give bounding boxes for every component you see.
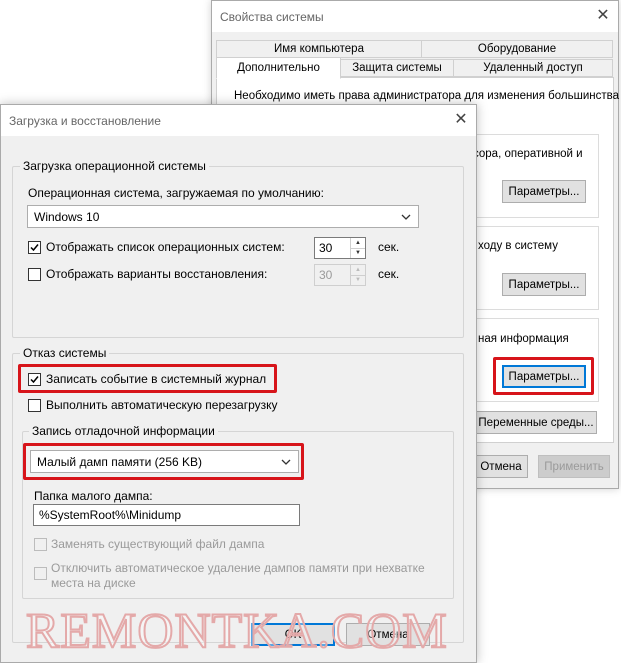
write-event-highlight	[18, 364, 277, 393]
seconds-spinner[interactable]: ▲ ▼	[350, 265, 365, 285]
show-os-list-label: Отображать список операционных систем:	[46, 240, 285, 254]
tab-hardware[interactable]: Оборудование	[421, 40, 613, 58]
system-failure-legend: Отказ системы	[20, 346, 110, 360]
dump-type-highlight	[23, 443, 304, 480]
debug-info-legend: Запись отладочной информации	[29, 424, 218, 438]
boot-recovery-titlebar: Загрузка и восстановление ✕	[1, 105, 476, 136]
spin-down-icon[interactable]: ▼	[351, 274, 365, 286]
show-os-list-seconds-input[interactable]: 30 ▲ ▼	[314, 237, 366, 259]
profiles-description: ходу в систему	[478, 240, 558, 252]
startup-recovery-description: ная информация	[478, 333, 569, 345]
tab-advanced[interactable]: Дополнительно	[216, 57, 341, 79]
default-os-label: Операционная система, загружаемая по умо…	[28, 186, 324, 200]
chevron-down-icon	[401, 214, 411, 220]
show-recovery-checkbox[interactable]	[28, 268, 41, 281]
performance-settings-button[interactable]: Параметры...	[502, 180, 586, 203]
window-title: Загрузка и восстановление	[9, 113, 161, 128]
seconds-unit: сек.	[378, 267, 400, 281]
tab-computer-name[interactable]: Имя компьютера	[216, 40, 422, 58]
performance-description: сора, оперативной и	[473, 148, 583, 160]
overwrite-dump-label: Заменять существующий файл дампа	[51, 537, 265, 551]
tab-remote-access[interactable]: Удаленный доступ	[453, 59, 613, 77]
system-properties-titlebar: Свойства системы ✕	[212, 1, 618, 32]
show-recovery-label: Отображать варианты восстановления:	[46, 267, 268, 281]
profiles-settings-button[interactable]: Параметры...	[502, 273, 586, 296]
auto-restart-checkbox[interactable]	[28, 399, 41, 412]
ok-button[interactable]: OK	[251, 623, 335, 646]
environment-variables-button[interactable]: Переменные среды...	[475, 411, 597, 434]
spin-down-icon[interactable]: ▼	[351, 247, 365, 259]
default-os-select[interactable]: Windows 10	[27, 205, 419, 228]
tab-system-protection[interactable]: Защита системы	[340, 59, 454, 77]
checkmark-icon	[30, 244, 39, 252]
close-icon[interactable]: ✕	[592, 5, 614, 27]
cancel-button[interactable]: Отмена	[346, 623, 430, 646]
apply-button[interactable]: Применить	[538, 455, 610, 478]
os-boot-legend: Загрузка операционной системы	[20, 159, 209, 173]
close-icon[interactable]: ✕	[450, 109, 472, 131]
admin-note: Необходимо иметь права администратора дл…	[234, 90, 619, 102]
disable-autodelete-label-line1: Отключить автоматическое удаление дампов…	[51, 561, 425, 575]
auto-restart-label: Выполнить автоматическую перезагрузку	[46, 398, 278, 412]
disable-autodelete-checkbox[interactable]	[34, 567, 47, 580]
seconds-unit: сек.	[378, 240, 400, 254]
settings-button-highlight	[493, 357, 594, 395]
show-recovery-seconds-input[interactable]: 30 ▲ ▼	[314, 264, 366, 286]
spin-up-icon[interactable]: ▲	[351, 265, 365, 275]
spin-up-icon[interactable]: ▲	[351, 238, 365, 248]
seconds-spinner[interactable]: ▲ ▼	[350, 238, 365, 258]
disable-autodelete-label-line2: места на диске	[51, 576, 136, 590]
overwrite-dump-checkbox[interactable]	[34, 538, 47, 551]
dump-folder-label: Папка малого дампа:	[34, 489, 153, 503]
window-title: Свойства системы	[220, 9, 324, 24]
dump-folder-input[interactable]: %SystemRoot%\Minidump	[33, 504, 300, 526]
boot-recovery-window: Загрузка и восстановление ✕ Загрузка опе…	[0, 104, 477, 663]
show-os-list-checkbox[interactable]	[28, 241, 41, 254]
cancel-button-back[interactable]: Отмена	[474, 455, 528, 478]
